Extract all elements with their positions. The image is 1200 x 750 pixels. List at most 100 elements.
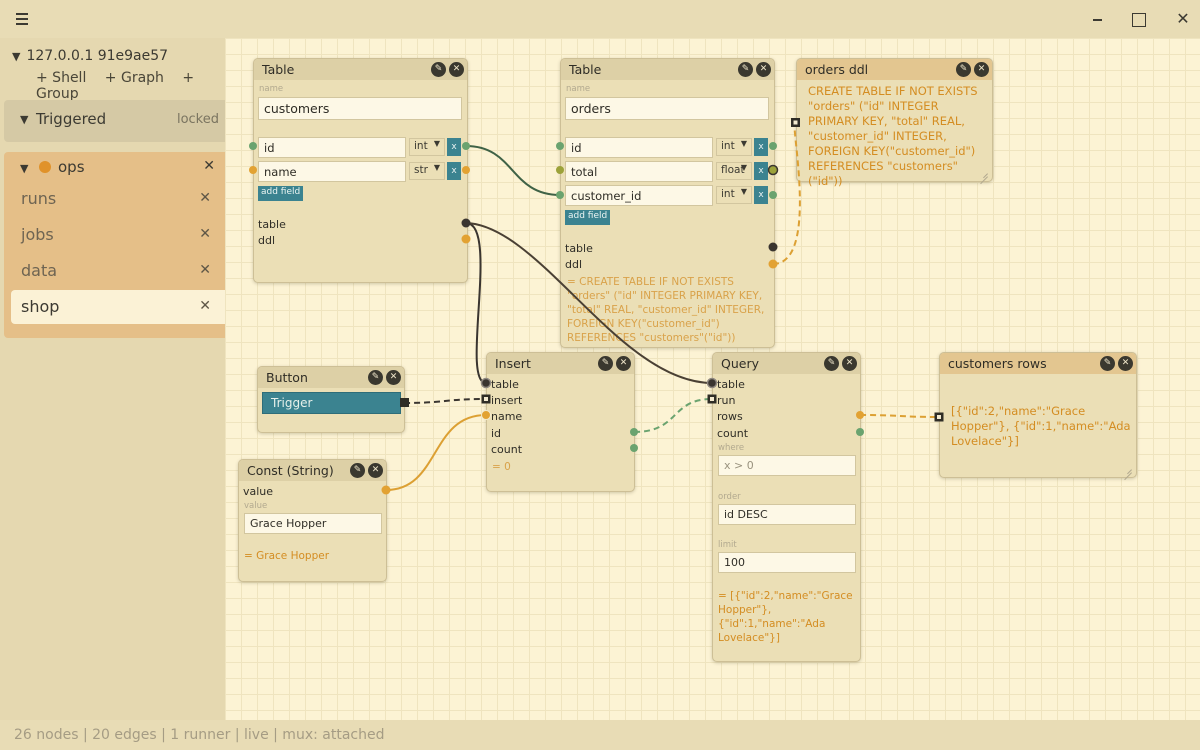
close-icon[interactable]: ✕	[449, 62, 464, 77]
field-name-input[interactable]: customer_id	[565, 185, 713, 206]
node-table-orders[interactable]: Table ✎ ✕ name orders id int ▼ x total fl…	[560, 58, 775, 348]
field-name-input[interactable]: id	[565, 137, 713, 158]
edit-icon[interactable]: ✎	[738, 62, 753, 77]
type-value: int	[721, 140, 735, 152]
node-title: Button	[266, 370, 308, 385]
close-tab-icon[interactable]: ✕	[199, 298, 211, 314]
remove-field-button[interactable]: x	[754, 138, 768, 156]
chevron-down-icon: ▼	[740, 163, 747, 172]
chevron-down-icon: ▼	[433, 139, 440, 148]
expand-triangle-icon[interactable]: ▼	[12, 50, 20, 63]
output-port-label: value	[243, 485, 274, 498]
node-title: orders ddl	[805, 62, 869, 77]
edit-icon[interactable]: ✎	[824, 356, 839, 371]
table-name-input[interactable]: customers	[258, 97, 462, 120]
close-icon[interactable]: ✕	[842, 356, 857, 371]
expand-triangle-icon[interactable]: ▼	[20, 162, 28, 175]
resize-handle-icon[interactable]	[1122, 463, 1132, 473]
field-type-select[interactable]: int ▼	[716, 138, 752, 156]
field-type-select[interactable]: str ▼	[409, 162, 445, 180]
group-status: locked	[176, 112, 219, 127]
input-port-label: name	[491, 410, 523, 423]
field-name-input[interactable]: total	[565, 161, 713, 182]
close-tab-icon[interactable]: ✕	[199, 226, 211, 242]
close-group-icon[interactable]: ✕	[203, 158, 215, 174]
node-header[interactable]: Table ✎ ✕	[254, 59, 467, 80]
edit-icon[interactable]: ✎	[598, 356, 613, 371]
add-field-button[interactable]: add field	[565, 210, 611, 225]
value-input[interactable]: Grace Hopper	[244, 513, 382, 534]
minimize-button[interactable]	[1082, 6, 1112, 32]
graph-tab-label: jobs	[21, 225, 54, 244]
expand-triangle-icon[interactable]: ▼	[20, 113, 28, 126]
type-value: int	[721, 188, 735, 200]
table-name-input[interactable]: orders	[565, 97, 769, 120]
node-header[interactable]: Insert ✎ ✕	[487, 353, 634, 374]
output-port-label: ddl	[565, 258, 583, 271]
remove-field-button[interactable]: x	[754, 162, 768, 180]
close-icon[interactable]: ✕	[368, 463, 383, 478]
close-window-button[interactable]: ✕	[1168, 6, 1198, 32]
close-icon[interactable]: ✕	[386, 370, 401, 385]
close-icon[interactable]: ✕	[756, 62, 771, 77]
node-const-string[interactable]: Const (String) ✎ ✕ value value Grace Hop…	[238, 459, 387, 582]
node-header[interactable]: Button ✎ ✕	[258, 367, 404, 388]
node-button[interactable]: Button ✎ ✕ Trigger	[257, 366, 405, 433]
remove-field-button[interactable]: x	[754, 186, 768, 204]
output-port-label: ddl	[258, 234, 276, 247]
maximize-button[interactable]	[1124, 6, 1154, 32]
node-table-customers[interactable]: Table ✎ ✕ name customers id int ▼ x name …	[253, 58, 468, 283]
node-header[interactable]: customers rows ✎ ✕	[940, 353, 1136, 374]
graph-tab-shop[interactable]: shop ✕	[11, 290, 225, 324]
trigger-button[interactable]: Trigger	[262, 392, 401, 414]
graph-tab-jobs[interactable]: jobs ✕	[11, 218, 225, 252]
close-icon[interactable]: ✕	[616, 356, 631, 371]
group-triggered[interactable]: ▼ Triggered locked	[4, 100, 225, 142]
node-insert[interactable]: Insert ✎ ✕ table insert name id count = …	[486, 352, 635, 492]
node-customers-rows[interactable]: customers rows ✎ ✕ [{"id":2,"name":"Grac…	[939, 352, 1137, 478]
close-icon[interactable]: ✕	[974, 62, 989, 77]
host-actions: + Shell + Graph + Group	[36, 70, 225, 102]
remove-field-button[interactable]: x	[447, 138, 461, 156]
add-field-button[interactable]: add field	[258, 186, 304, 201]
graph-tab-data[interactable]: data ✕	[11, 254, 225, 288]
node-header[interactable]: Table ✎ ✕	[561, 59, 774, 80]
close-icon[interactable]: ✕	[1118, 356, 1133, 371]
node-header[interactable]: Const (String) ✎ ✕	[239, 460, 386, 481]
add-graph-button[interactable]: + Graph	[105, 70, 164, 86]
host-label: 127.0.0.1 91e9ae57	[26, 48, 169, 64]
field-name-input[interactable]: name	[258, 161, 406, 182]
edit-icon[interactable]: ✎	[350, 463, 365, 478]
remove-field-button[interactable]: x	[447, 162, 461, 180]
node-title: customers rows	[948, 356, 1047, 371]
node-query[interactable]: Query ✎ ✕ table run rows count where x >…	[712, 352, 861, 662]
field-name-input[interactable]: id	[258, 137, 406, 158]
close-tab-icon[interactable]: ✕	[199, 190, 211, 206]
order-input[interactable]: id DESC	[718, 504, 856, 525]
limit-input[interactable]: 100	[718, 552, 856, 573]
edit-icon[interactable]: ✎	[956, 62, 971, 77]
type-value: str	[414, 164, 428, 176]
node-output-preview: = [{"id":2,"name":"Grace Hopper"}, {"id"…	[718, 590, 853, 644]
field-label: name	[566, 84, 591, 94]
close-tab-icon[interactable]: ✕	[199, 262, 211, 278]
field-label: value	[244, 501, 268, 511]
add-shell-button[interactable]: + Shell	[36, 70, 86, 86]
edit-icon[interactable]: ✎	[368, 370, 383, 385]
where-input[interactable]: x > 0	[718, 455, 856, 476]
resize-handle-icon[interactable]	[978, 167, 988, 177]
field-type-select[interactable]: float ▼	[716, 162, 752, 180]
field-type-select[interactable]: int ▼	[716, 186, 752, 204]
node-header[interactable]: orders ddl ✎ ✕	[797, 59, 992, 80]
edit-icon[interactable]: ✎	[431, 62, 446, 77]
graph-tab-label: runs	[21, 189, 57, 208]
status-bar: 26 nodes | 20 edges | 1 runner | live | …	[0, 720, 1200, 750]
edit-icon[interactable]: ✎	[1100, 356, 1115, 371]
graph-tab-runs[interactable]: runs ✕	[11, 182, 225, 216]
node-output-preview: = 0	[492, 461, 511, 473]
menu-icon[interactable]	[12, 10, 32, 28]
host-entry[interactable]: ▼ 127.0.0.1 91e9ae57	[12, 48, 168, 64]
node-header[interactable]: Query ✎ ✕	[713, 353, 860, 374]
field-type-select[interactable]: int ▼	[409, 138, 445, 156]
node-orders-ddl[interactable]: orders ddl ✎ ✕ CREATE TABLE IF NOT EXIST…	[796, 58, 993, 188]
